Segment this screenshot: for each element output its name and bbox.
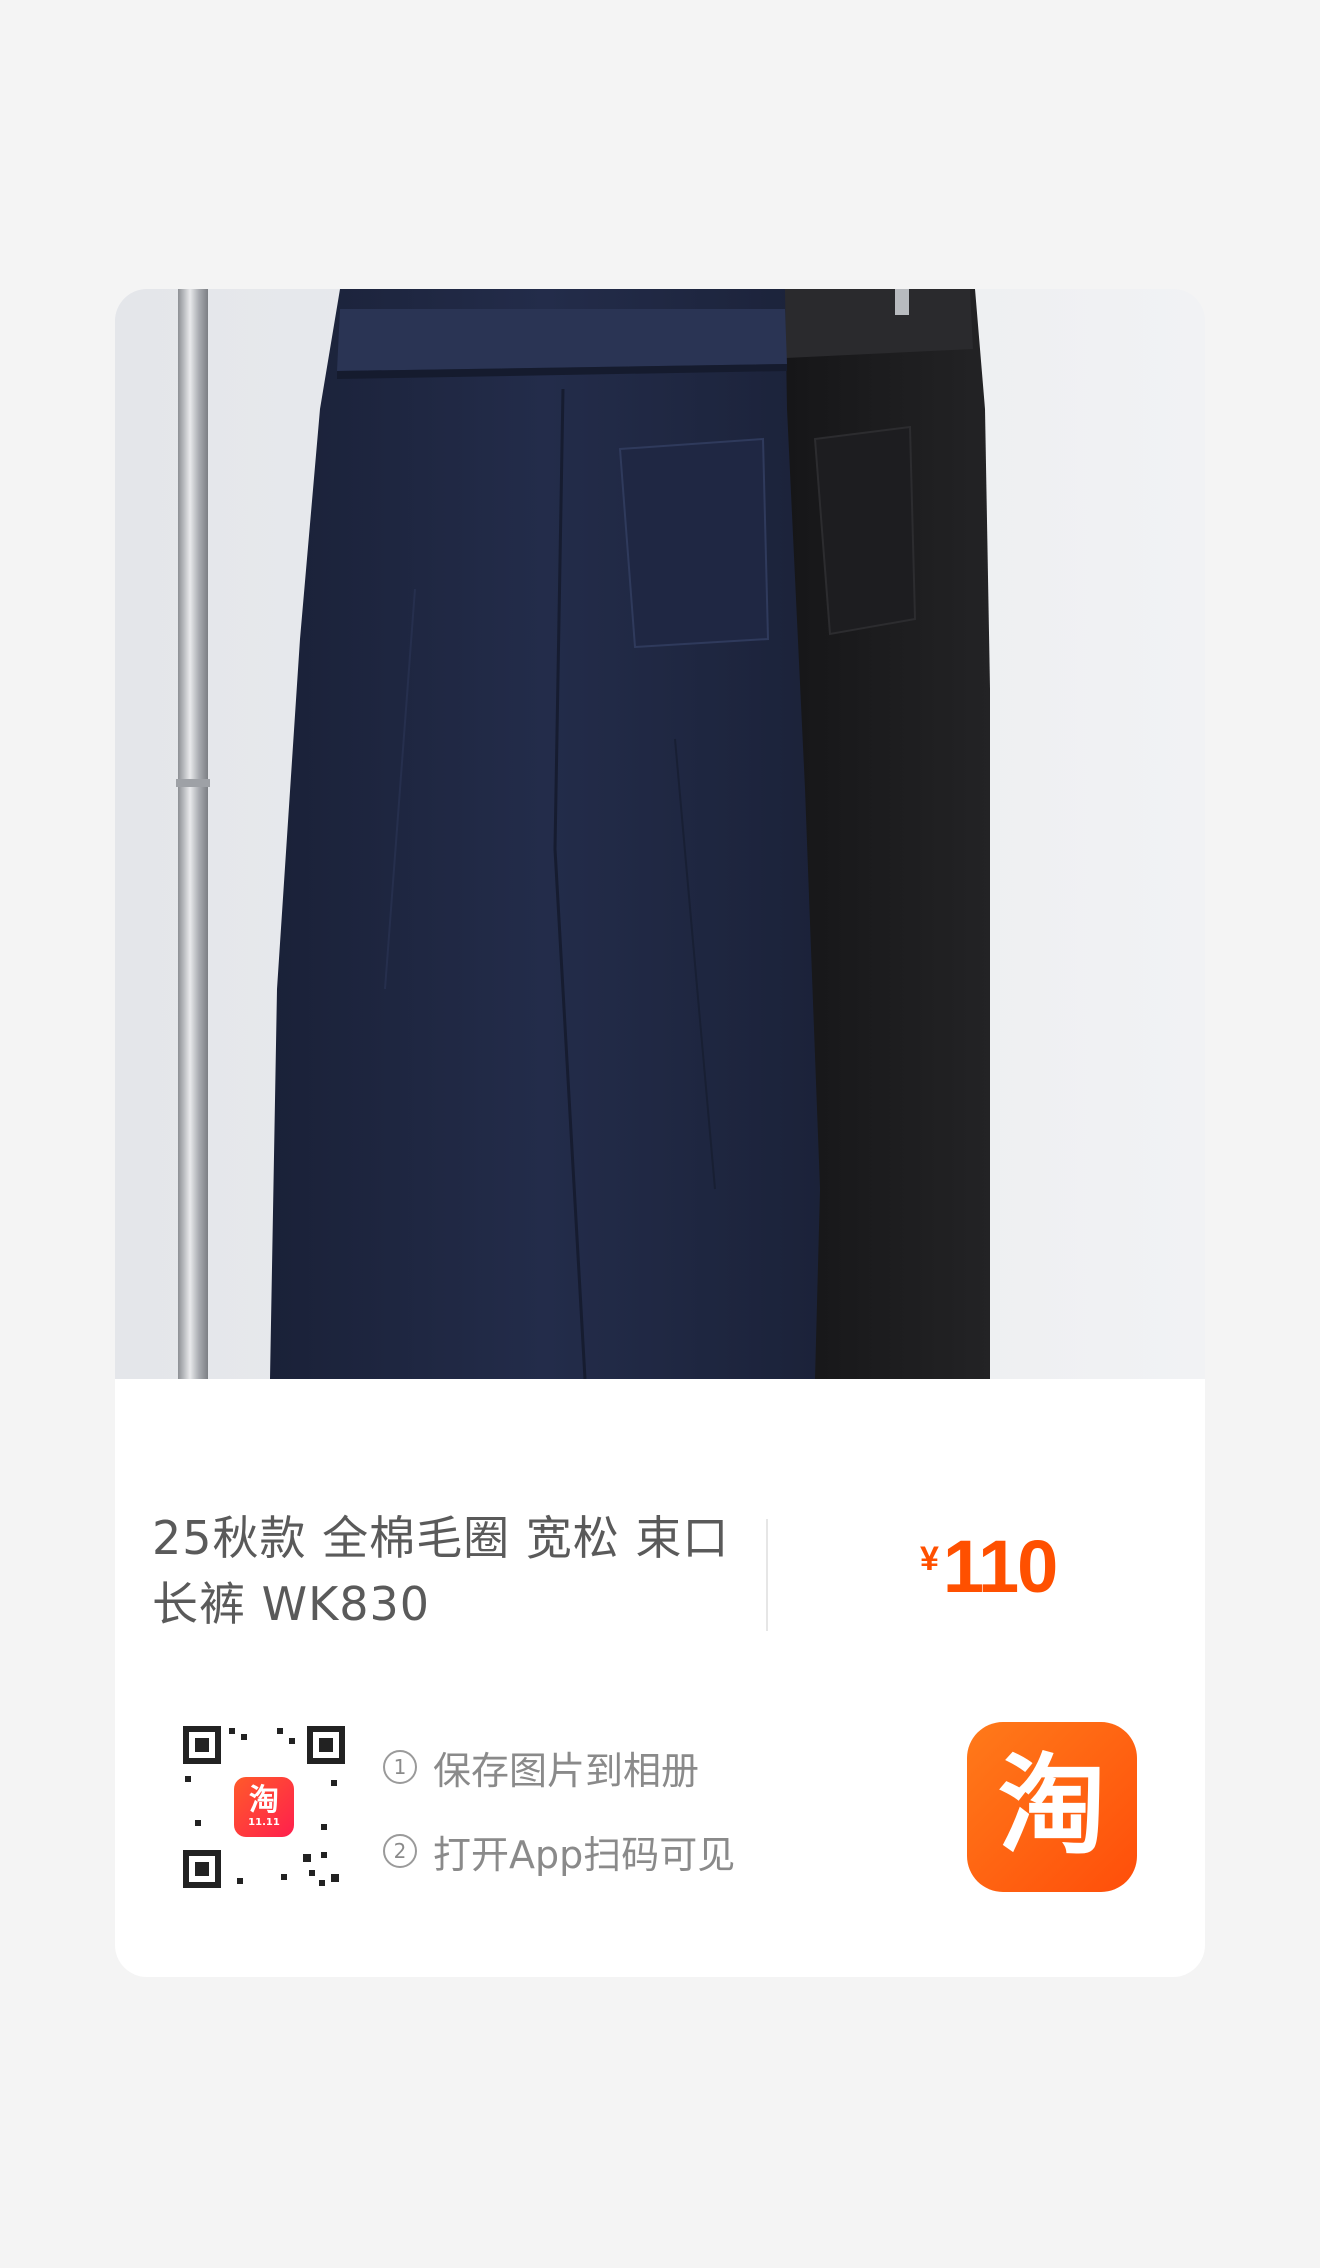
qr-logo-glyph: 淘 xyxy=(249,1783,279,1818)
product-info: 25秋款 全棉毛圈 宽松 束口长裤 WK830 ¥110 淘 11.11 1 保… xyxy=(115,1379,1205,1977)
currency-symbol: ¥ xyxy=(920,1540,939,1578)
step-open-app: 2 打开App扫码可见 xyxy=(383,1825,735,1877)
share-card: 25秋款 全棉毛圈 宽松 束口长裤 WK830 ¥110 淘 11.11 1 保… xyxy=(115,289,1205,1977)
product-photo[interactable] xyxy=(115,289,1205,1379)
qr-app-logo: 淘 11.11 xyxy=(234,1777,294,1837)
product-title[interactable]: 25秋款 全棉毛圈 宽松 束口长裤 WK830 xyxy=(152,1505,752,1637)
step-1-label: 保存图片到相册 xyxy=(433,1748,700,1793)
divider xyxy=(766,1519,768,1631)
qr-logo-sub: 11.11 xyxy=(248,1817,280,1828)
product-price: ¥110 xyxy=(920,1524,1058,1608)
step-save: 1 保存图片到相册 xyxy=(383,1741,735,1793)
step-2-label: 打开App扫码可见 xyxy=(433,1832,736,1877)
price-value: 110 xyxy=(942,1525,1058,1608)
scan-steps: 1 保存图片到相册 2 打开App扫码可见 xyxy=(383,1741,735,1909)
taobao-glyph: 淘 xyxy=(997,1744,1106,1869)
qr-code[interactable]: 淘 11.11 xyxy=(181,1724,347,1890)
step-2-number-icon: 2 xyxy=(383,1834,417,1868)
step-1-number-icon: 1 xyxy=(383,1750,417,1784)
taobao-app-icon[interactable]: 淘 xyxy=(967,1722,1137,1892)
product-image xyxy=(115,289,1205,1379)
